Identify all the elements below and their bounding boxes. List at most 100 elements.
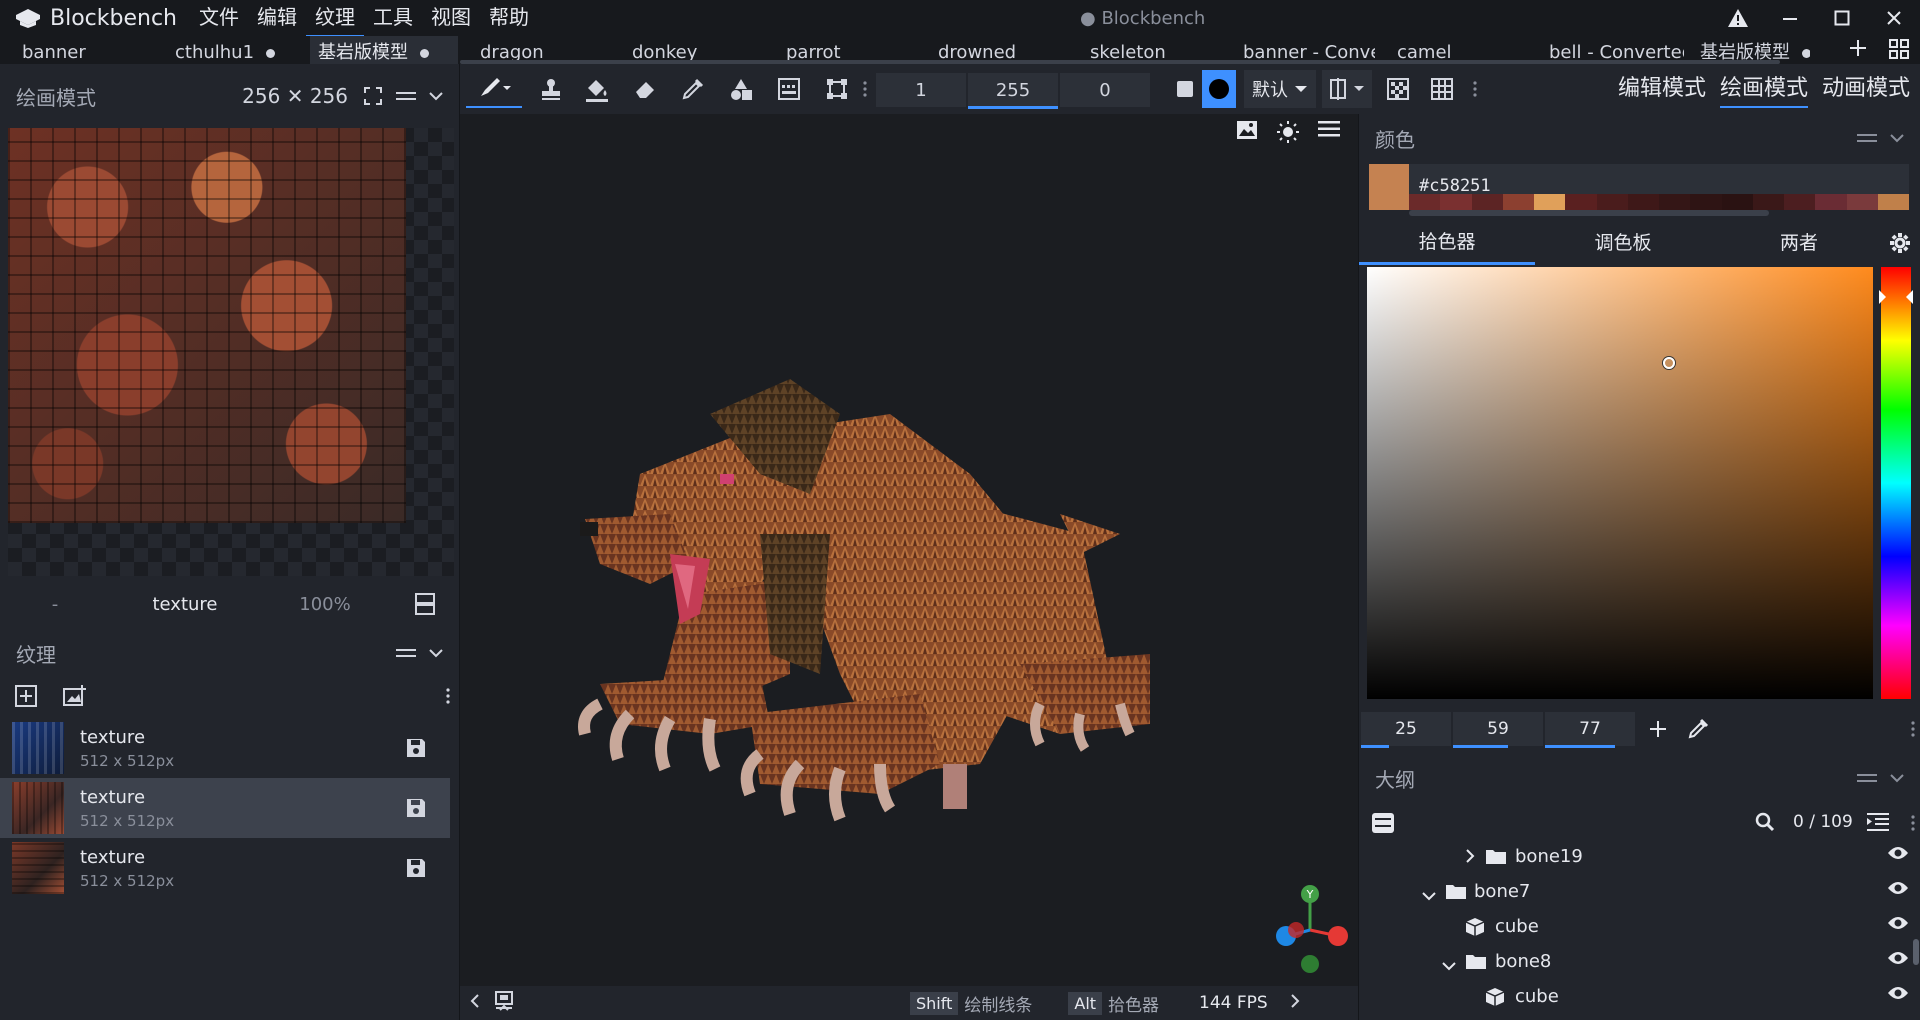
more-vertical-icon[interactable]: [446, 687, 450, 705]
brush-tool[interactable]: [466, 70, 522, 108]
brush-shape-square[interactable]: [1170, 70, 1200, 108]
chevron-down-icon[interactable]: [1441, 955, 1457, 976]
brush-size-input[interactable]: 1: [876, 73, 966, 107]
mode-paint[interactable]: 绘画模式: [1720, 72, 1809, 108]
history-swatch[interactable]: [1534, 194, 1566, 210]
eye-icon[interactable]: [1887, 985, 1909, 1006]
history-swatch[interactable]: [1877, 194, 1909, 210]
werewolf-model[interactable]: [460, 114, 1358, 986]
panel-menu-icon[interactable]: [396, 89, 416, 103]
uv-minus[interactable]: -: [0, 594, 110, 615]
hex-input[interactable]: #c58251: [1419, 176, 1491, 196]
tab-0[interactable]: banner: [22, 36, 152, 64]
tab-overview-icon[interactable]: [1888, 38, 1910, 65]
outliner-scrollbar[interactable]: [1913, 939, 1919, 965]
texture-item[interactable]: texture 512 x 512px: [0, 718, 450, 778]
uv-zoom[interactable]: 100%: [260, 594, 390, 615]
eyedropper-icon[interactable]: [1687, 718, 1709, 745]
mirror-painting-toggle[interactable]: [1322, 70, 1372, 108]
more-vertical-icon[interactable]: [1911, 720, 1915, 743]
outliner-item-cube[interactable]: cube: [1359, 1014, 1920, 1020]
layout-icon[interactable]: [390, 592, 460, 616]
checkerboard-toggle[interactable]: [1380, 70, 1416, 108]
search-icon[interactable]: [1755, 812, 1775, 837]
chevron-right-icon[interactable]: [1465, 848, 1475, 869]
eye-icon[interactable]: [1887, 950, 1909, 971]
close-button[interactable]: [1868, 0, 1920, 36]
panel-menu-icon[interactable]: [1857, 131, 1877, 145]
panel-menu-icon[interactable]: [1857, 771, 1877, 785]
outliner-item-bone8[interactable]: bone8: [1359, 944, 1920, 979]
history-swatch[interactable]: [1565, 194, 1597, 210]
history-swatch[interactable]: [1627, 194, 1659, 210]
eye-icon[interactable]: [1887, 915, 1909, 936]
menu-edit[interactable]: 编辑: [248, 0, 306, 37]
history-swatch[interactable]: [1721, 194, 1753, 210]
add-to-palette-icon[interactable]: [1649, 720, 1667, 743]
mode-edit[interactable]: 编辑模式: [1618, 72, 1706, 106]
brush-softness-input[interactable]: 0: [1060, 73, 1150, 107]
outliner-item-cube[interactable]: cube: [1359, 909, 1920, 944]
menu-file[interactable]: 文件: [190, 0, 248, 37]
maximize-button[interactable]: [1816, 0, 1868, 36]
chevron-down-icon[interactable]: [1421, 885, 1437, 906]
history-swatch[interactable]: [1815, 194, 1847, 210]
history-swatch[interactable]: [1784, 194, 1816, 210]
chevron-left-icon[interactable]: [468, 993, 480, 1014]
add-tab-icon[interactable]: [1848, 38, 1868, 63]
menu-help[interactable]: 帮助: [480, 0, 538, 37]
eye-icon[interactable]: [1887, 845, 1909, 866]
history-swatch[interactable]: [1440, 194, 1472, 210]
gear-icon[interactable]: [1889, 232, 1911, 259]
fullscreen-icon[interactable]: [364, 87, 382, 105]
picker-handle[interactable]: [1663, 357, 1675, 369]
uv-texture-name[interactable]: texture: [110, 594, 260, 615]
warning-icon[interactable]: [1712, 0, 1764, 36]
chevron-down-icon[interactable]: [1889, 773, 1905, 783]
chevron-down-icon[interactable]: [428, 648, 444, 658]
gradient-tool[interactable]: [770, 70, 808, 108]
mode-animate[interactable]: 动画模式: [1822, 72, 1910, 106]
more-vertical-icon[interactable]: [1911, 814, 1915, 837]
brush-opacity-input[interactable]: 255: [968, 73, 1058, 109]
menu-view[interactable]: 视图: [422, 0, 480, 37]
chevron-down-icon[interactable]: [428, 91, 444, 101]
history-swatch[interactable]: [1502, 194, 1534, 210]
hue-slider[interactable]: [1881, 267, 1911, 699]
history-swatch[interactable]: [1690, 194, 1722, 210]
saturation-input[interactable]: 59: [1453, 712, 1543, 748]
import-texture-icon[interactable]: [14, 684, 38, 708]
outliner-item-cube[interactable]: cube: [1359, 979, 1920, 1014]
history-swatch[interactable]: [1659, 194, 1691, 210]
tab-2[interactable]: 基岩版模型: [310, 36, 458, 64]
tab-1[interactable]: cthulhu1: [175, 36, 305, 64]
toolbar-more-icon[interactable]: [858, 70, 872, 108]
uv-editor-canvas[interactable]: [8, 128, 454, 576]
texture-item[interactable]: texture 512 x 512px: [0, 778, 450, 838]
tab-picker[interactable]: 拾色器: [1359, 222, 1535, 265]
history-swatch[interactable]: [1846, 194, 1878, 210]
color-picker-tool[interactable]: [674, 70, 712, 108]
blend-mode-select[interactable]: 默认: [1244, 70, 1316, 108]
3d-viewport[interactable]: Y: [460, 114, 1358, 986]
create-texture-icon[interactable]: [62, 685, 86, 707]
saturation-value-picker[interactable]: [1367, 267, 1873, 699]
eraser-tool[interactable]: [626, 70, 664, 108]
menu-texture[interactable]: 纹理: [306, 0, 364, 37]
shape-tool[interactable]: [722, 70, 760, 108]
history-swatch[interactable]: [1409, 194, 1441, 210]
collapse-all-icon[interactable]: [1867, 813, 1889, 836]
history-scrollbar[interactable]: [1409, 210, 1769, 216]
menu-tools[interactable]: 工具: [364, 0, 422, 37]
save-icon[interactable]: [396, 857, 436, 879]
selection-tool[interactable]: [818, 70, 856, 108]
chevron-right-icon[interactable]: [1290, 993, 1302, 1014]
save-icon[interactable]: [396, 797, 436, 819]
save-status-icon[interactable]: [494, 990, 514, 1017]
chevron-down-icon[interactable]: [1889, 133, 1905, 143]
fill-tool[interactable]: [578, 70, 616, 108]
pixel-grid-toggle[interactable]: [1422, 70, 1462, 108]
stamp-tool[interactable]: [532, 70, 570, 108]
texture-item[interactable]: texture 512 x 512px: [0, 838, 450, 898]
panel-menu-icon[interactable]: [396, 646, 416, 660]
